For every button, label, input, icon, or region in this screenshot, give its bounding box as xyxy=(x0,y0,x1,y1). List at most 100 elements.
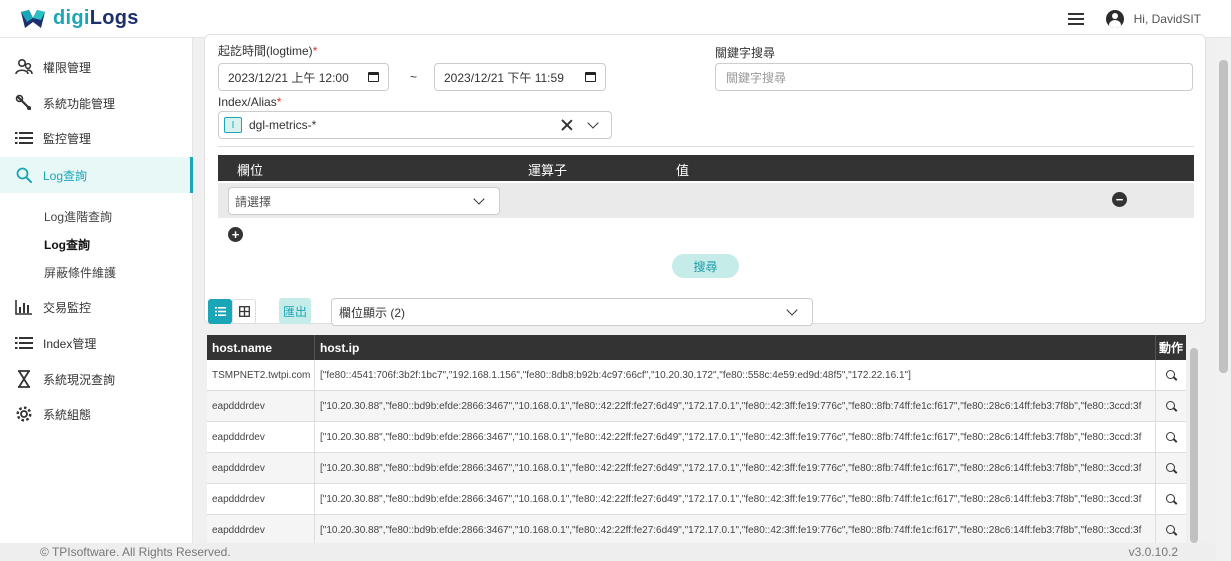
top-bar: digiLogs Hi, DavidSIT xyxy=(0,0,1231,38)
sidebar-item-system-status[interactable]: 系統現況查詢 xyxy=(0,361,193,397)
required-mark: * xyxy=(276,95,282,109)
column-header-host-name[interactable]: host.name xyxy=(207,335,315,360)
app-logo[interactable]: digiLogs xyxy=(19,7,139,30)
index-alias-select[interactable]: I dgl-metrics-* xyxy=(218,111,612,139)
search-icon[interactable] xyxy=(1165,525,1177,536)
cell-host-ip: ["10.20.30.88","fe80::bd9b:efde:2866:346… xyxy=(315,515,1156,543)
sidebar-item-label: 系統現況查詢 xyxy=(43,372,116,387)
cell-host-ip: ["10.20.30.88","fe80::bd9b:efde:2866:346… xyxy=(315,453,1156,484)
end-datetime-input[interactable]: 2023/12/21 下午 11:59 xyxy=(434,63,606,91)
sidebar-item-permissions[interactable]: 權限管理 xyxy=(0,49,193,85)
column-header-field: 欄位 xyxy=(237,163,264,178)
bar-chart-icon xyxy=(14,297,34,317)
page-scrollbar[interactable] xyxy=(1216,38,1231,561)
sidebar-subitem-advanced-log-query[interactable]: Log進階查詢 xyxy=(44,208,112,225)
list-view-icon xyxy=(214,307,226,316)
table-header: host.name host.ip 動作 xyxy=(207,335,1186,360)
index-alias-value: dgl-metrics-* xyxy=(249,118,317,132)
search-icon[interactable] xyxy=(1165,494,1177,505)
list-icon xyxy=(14,333,34,353)
grid-view-button[interactable] xyxy=(232,299,256,324)
export-button[interactable]: 匯出 xyxy=(279,298,311,324)
sidebar-item-label: Log查詢 xyxy=(43,168,88,183)
search-icon[interactable] xyxy=(1165,432,1177,443)
sidebar-subitem-log-query[interactable]: Log查詢 xyxy=(44,236,90,253)
chevron-down-icon[interactable] xyxy=(786,304,798,316)
index-alias-label-text: Index/Alias xyxy=(218,95,277,109)
sidebar: 權限管理 系統功能管理 監控管理 Log查詢 Log進階查詢 Log查詢 屏蔽條… xyxy=(0,38,193,543)
sidebar-item-label: 系統功能管理 xyxy=(43,96,116,111)
grid-view-icon xyxy=(238,306,250,317)
cell-host-ip: ["10.20.30.88","fe80::bd9b:efde:2866:346… xyxy=(315,422,1156,453)
cell-host-name: eapdddrdev xyxy=(207,453,315,484)
column-display-select[interactable]: 欄位顯示 (2) xyxy=(331,298,813,326)
table-scrollbar[interactable] xyxy=(1187,336,1201,543)
cell-host-ip: ["10.20.30.88","fe80::bd9b:efde:2866:346… xyxy=(315,484,1156,515)
footer: © TPIsoftware. All Rights Reserved. v3.0… xyxy=(0,543,1216,561)
field-select[interactable]: 請選擇 xyxy=(228,187,500,215)
table-row[interactable]: eapdddrdev ["10.20.30.88","fe80::bd9b:efd… xyxy=(207,453,1186,484)
search-button[interactable]: 搜尋 xyxy=(672,254,739,278)
remove-condition-icon[interactable]: − xyxy=(1112,192,1127,207)
chevron-down-icon[interactable] xyxy=(587,117,599,129)
cell-actions xyxy=(1156,453,1186,484)
cell-host-ip: ["fe80::4541:706f:3b2f:1bc7","192.168.1.… xyxy=(315,360,1156,391)
required-mark: * xyxy=(312,44,318,58)
table-row[interactable]: eapdddrdev ["10.20.30.88","fe80::bd9b:efd… xyxy=(207,515,1186,543)
chevron-down-icon[interactable] xyxy=(473,193,485,205)
table-row[interactable]: TSMPNET2.twtpi.com ["fe80::4541:706f:3b2f… xyxy=(207,360,1186,391)
keyword-search-input[interactable]: 關鍵字搜尋 xyxy=(715,63,1193,91)
sidebar-subitem-mask-conditions[interactable]: 屏蔽條件維護 xyxy=(44,264,116,281)
sidebar-item-index-management[interactable]: Index管理 xyxy=(0,325,193,361)
index-badge-icon: I xyxy=(224,117,242,133)
sidebar-item-system-functions[interactable]: 系統功能管理 xyxy=(0,85,193,121)
user-greeting[interactable]: Hi, DavidSIT xyxy=(1134,12,1201,26)
calendar-icon[interactable] xyxy=(585,72,596,82)
user-avatar-icon[interactable] xyxy=(1105,10,1124,28)
copyright-text: © TPIsoftware. All Rights Reserved. xyxy=(40,545,231,559)
page-scrollbar-thumb[interactable] xyxy=(1219,60,1228,373)
calendar-icon[interactable] xyxy=(368,72,379,82)
sidebar-item-label: 權限管理 xyxy=(43,60,92,75)
cell-actions xyxy=(1156,360,1186,391)
sidebar-item-transaction-monitoring[interactable]: 交易監控 xyxy=(0,289,193,325)
table-scrollbar-thumb[interactable] xyxy=(1190,348,1198,543)
table-row[interactable]: eapdddrdev ["10.20.30.88","fe80::bd9b:efd… xyxy=(207,422,1186,453)
table-row[interactable]: eapdddrdev ["10.20.30.88","fe80::bd9b:efd… xyxy=(207,484,1186,515)
logo-text: digiLogs xyxy=(53,7,139,30)
logo-text-digi: digi xyxy=(53,7,90,29)
sidebar-item-label: 系統組態 xyxy=(43,407,92,422)
add-condition-icon[interactable]: + xyxy=(228,227,243,242)
filter-panel: 起訖時間(logtime)* 2023/12/21 上午 12:00 ~ 202… xyxy=(204,34,1206,324)
cell-host-name: eapdddrdev xyxy=(207,484,315,515)
hamburger-menu-icon[interactable] xyxy=(1067,13,1084,25)
index-alias-label: Index/Alias* xyxy=(218,95,281,109)
gear-icon xyxy=(14,404,34,424)
range-separator: ~ xyxy=(410,70,418,84)
clear-icon[interactable] xyxy=(561,119,573,131)
logo-mark-icon xyxy=(21,9,45,28)
cell-actions xyxy=(1156,515,1186,543)
list-view-button[interactable] xyxy=(208,299,232,324)
sidebar-item-monitoring[interactable]: 監控管理 xyxy=(0,120,193,156)
search-icon[interactable] xyxy=(1165,463,1177,474)
results-table: host.name host.ip 動作 TSMPNET2.twtpi.com[… xyxy=(207,335,1186,543)
start-datetime-input[interactable]: 2023/12/21 上午 12:00 xyxy=(218,63,389,91)
search-icon[interactable] xyxy=(1165,401,1177,412)
version-text: v3.0.10.2 xyxy=(1128,545,1178,559)
sidebar-item-label: 交易監控 xyxy=(43,300,92,315)
column-header-actions: 動作 xyxy=(1159,341,1184,355)
column-display-value: 欄位顯示 (2) xyxy=(339,305,406,320)
sidebar-item-system-config[interactable]: 系統組態 xyxy=(0,396,193,432)
column-header-value: 值 xyxy=(676,163,690,178)
keyword-label: 關鍵字搜尋 xyxy=(715,46,776,60)
main-content: 起訖時間(logtime)* 2023/12/21 上午 12:00 ~ 202… xyxy=(193,34,1216,543)
column-header-host-ip[interactable]: host.ip xyxy=(315,335,1156,360)
cell-actions xyxy=(1156,484,1186,515)
conditions-header: 欄位 運算子 值 xyxy=(218,155,1194,181)
table-row[interactable]: eapdddrdev ["10.20.30.88","fe80::bd9b:efd… xyxy=(207,391,1186,422)
search-icon[interactable] xyxy=(1165,370,1177,381)
sidebar-item-log-query[interactable]: Log查詢 xyxy=(0,157,193,193)
field-select-placeholder: 請選擇 xyxy=(235,194,272,209)
time-range-label: 起訖時間(logtime)* xyxy=(218,42,317,59)
